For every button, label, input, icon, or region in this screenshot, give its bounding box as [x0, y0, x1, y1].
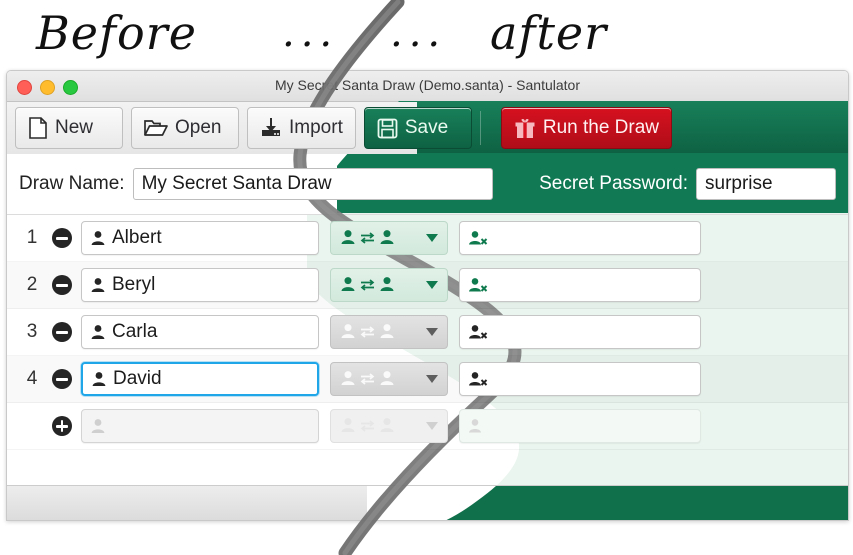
draw-name-label: Draw Name:	[19, 173, 125, 194]
save-button-label: Save	[404, 117, 449, 138]
status-bar	[7, 485, 848, 520]
row-number: 1	[26, 227, 38, 248]
draw-name-value: My Secret Santa Draw	[141, 173, 332, 194]
minus-circle-icon[interactable]	[52, 322, 72, 342]
gift-icon	[515, 118, 535, 138]
participant-name-value: Carla	[112, 321, 158, 342]
table-row[interactable]: 2 Beryl	[7, 262, 848, 309]
new-button-label: New	[55, 117, 94, 138]
import-icon	[262, 118, 280, 136]
participant-name-input[interactable]: Carla	[81, 315, 319, 349]
chevron-down-icon	[426, 422, 438, 430]
participant-name-value: David	[113, 368, 162, 389]
caption-dots-right: ...	[390, 10, 447, 56]
person-exchange-icon	[341, 277, 394, 291]
toolbar: New Open Import Save Run the Draw	[7, 102, 848, 154]
row-number: 2	[26, 274, 38, 295]
row-number: 4	[26, 368, 38, 389]
save-button[interactable]: Save	[363, 107, 472, 149]
person-exclude-icon	[469, 231, 488, 245]
exchange-dropdown[interactable]	[330, 362, 448, 396]
add-participant-row[interactable]	[7, 403, 848, 450]
screenshot-stage: Before ... ... after My Secret Santa Dra…	[0, 0, 853, 555]
exclusions-field[interactable]	[459, 315, 701, 349]
exchange-dropdown[interactable]	[330, 221, 448, 255]
import-button[interactable]: Import	[247, 107, 356, 149]
open-button[interactable]: Open	[131, 107, 239, 149]
person-icon	[92, 372, 106, 386]
person-exclude-icon	[469, 372, 488, 386]
table-row[interactable]: 3 Carla	[7, 309, 848, 356]
minus-circle-icon[interactable]	[52, 275, 72, 295]
caption-dots-left: ...	[282, 10, 339, 56]
participant-name-input[interactable]: Beryl	[81, 268, 319, 302]
toolbar-separator	[479, 111, 481, 145]
statusbar-light-bg	[7, 486, 367, 520]
person-exchange-icon	[341, 371, 394, 385]
open-folder-icon	[144, 120, 168, 136]
person-exclude-icon	[469, 278, 488, 292]
exchange-dropdown	[330, 409, 448, 443]
application-window: My Secret Santa Draw (Demo.santa) - Sant…	[6, 70, 849, 521]
chevron-down-icon	[426, 234, 438, 242]
participant-name-input[interactable]: David	[81, 362, 319, 396]
secret-password-value: surprise	[705, 173, 773, 194]
participant-name-input[interactable]	[81, 409, 319, 443]
person-icon	[91, 231, 105, 245]
plus-circle-icon[interactable]	[52, 416, 72, 436]
secret-password-input[interactable]: surprise	[696, 168, 836, 200]
person-exchange-icon	[341, 324, 394, 338]
chevron-down-icon	[426, 375, 438, 383]
save-floppy-icon	[377, 118, 398, 138]
person-icon	[91, 278, 105, 292]
window-title: My Secret Santa Draw (Demo.santa) - Sant…	[274, 77, 580, 93]
participant-name-input[interactable]: Albert	[81, 221, 319, 255]
handwritten-caption: Before ... ... after	[30, 2, 680, 64]
new-button[interactable]: New	[15, 107, 123, 149]
exclusions-field	[459, 409, 701, 443]
draw-settings-row: Draw Name: My Secret Santa Draw Secret P…	[7, 154, 848, 215]
table-row[interactable]: 4 David	[7, 356, 848, 403]
title-bar: My Secret Santa Draw (Demo.santa) - Sant…	[7, 71, 848, 102]
row-number: 3	[26, 321, 38, 342]
table-row[interactable]: 1 Albert	[7, 215, 848, 262]
exchange-dropdown[interactable]	[330, 268, 448, 302]
person-exchange-icon	[341, 230, 394, 244]
person-exclude-icon	[469, 419, 481, 433]
person-icon	[91, 419, 105, 433]
participants-table: 1 Albert 2 Beryl 3 Carla 4 David	[7, 215, 848, 475]
minus-circle-icon[interactable]	[52, 228, 72, 248]
participant-name-value: Beryl	[112, 274, 156, 295]
new-document-icon	[29, 117, 47, 139]
minus-circle-icon[interactable]	[52, 369, 72, 389]
person-exclude-icon	[469, 325, 488, 339]
run-the-draw-label: Run the Draw	[542, 117, 660, 138]
person-exchange-icon	[341, 418, 394, 432]
open-button-label: Open	[175, 117, 222, 138]
exclusions-field[interactable]	[459, 268, 701, 302]
run-the-draw-button[interactable]: Run the Draw	[500, 107, 673, 149]
chevron-down-icon	[426, 328, 438, 336]
chevron-down-icon	[426, 281, 438, 289]
import-button-label: Import	[289, 117, 343, 138]
secret-password-label: Secret Password:	[539, 173, 688, 194]
caption-after-text: after	[490, 6, 608, 60]
person-icon	[91, 325, 105, 339]
exclusions-field[interactable]	[459, 362, 701, 396]
draw-name-input[interactable]: My Secret Santa Draw	[132, 168, 493, 200]
caption-before-text: Before	[36, 6, 197, 60]
exclusions-field[interactable]	[459, 221, 701, 255]
exchange-dropdown[interactable]	[330, 315, 448, 349]
participant-name-value: Albert	[112, 227, 162, 248]
